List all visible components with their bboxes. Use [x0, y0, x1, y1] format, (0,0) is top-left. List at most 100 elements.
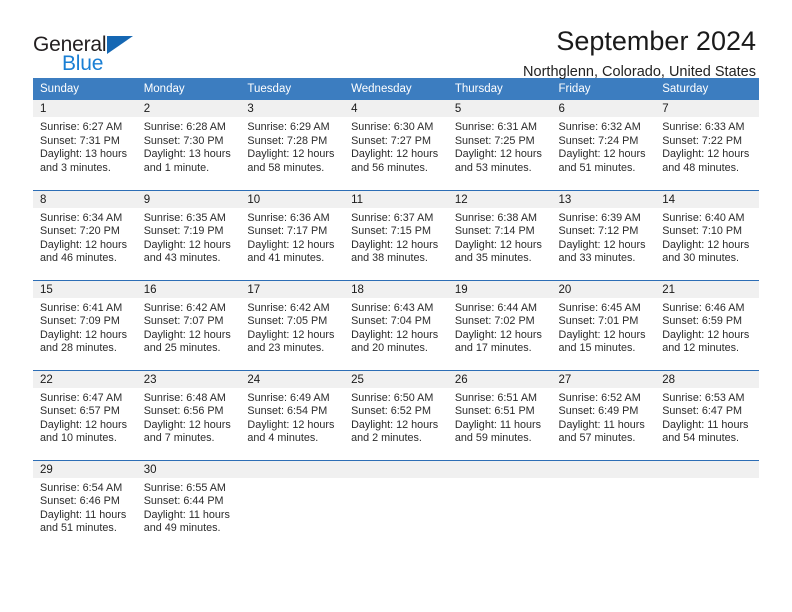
calendar-day-cell[interactable]: 22 Sunrise: 6:47 AM Sunset: 6:57 PM Dayligh…	[33, 370, 137, 461]
day-number: 20	[551, 280, 656, 298]
day-number: 14	[655, 190, 759, 208]
day-details: Sunrise: 6:27 AM Sunset: 7:31 PM Daylight:…	[33, 117, 137, 175]
day-details: Sunrise: 6:37 AM Sunset: 7:15 PM Daylight:…	[344, 208, 448, 266]
day-details: Sunrise: 6:31 AM Sunset: 7:25 PM Daylight:…	[448, 117, 552, 175]
day-details: Sunrise: 6:30 AM Sunset: 7:27 PM Daylight:…	[344, 117, 448, 175]
calendar-day-cell[interactable]: 1 Sunrise: 6:27 AM Sunset: 7:31 PM Daylight…	[33, 100, 137, 191]
sunset-text: Sunset: 7:04 PM	[351, 315, 431, 328]
calendar-day-cell[interactable]: 28 Sunrise: 6:53 AM Sunset: 6:47 PM Dayligh…	[655, 370, 759, 461]
daylight-text-line2: and 30 minutes.	[662, 252, 740, 265]
calendar-week-row: 29 Sunrise: 6:54 AM Sunset: 6:46 PM Dayligh…	[33, 460, 759, 550]
daylight-text-line2: and 17 minutes.	[454, 342, 532, 355]
daylight-text-line1: Daylight: 12 hours	[247, 238, 335, 251]
daylight-text-line2: and 51 minutes.	[558, 161, 636, 174]
calendar-day-cell[interactable]: 19 Sunrise: 6:44 AM Sunset: 7:02 PM Dayligh…	[447, 280, 552, 371]
day-number: 12	[447, 190, 552, 208]
calendar-day-cell[interactable]: 24 Sunrise: 6:49 AM Sunset: 6:54 PM Dayligh…	[240, 370, 345, 461]
calendar-day-cell[interactable]: 18 Sunrise: 6:43 AM Sunset: 7:04 PM Dayligh…	[344, 280, 448, 371]
sunset-text: Sunset: 7:31 PM	[40, 134, 120, 147]
day-number: 7	[655, 100, 759, 117]
daylight-text-line1: Daylight: 12 hours	[247, 328, 335, 341]
day-number: 23	[136, 370, 241, 388]
day-details: Sunrise: 6:33 AM Sunset: 7:22 PM Daylight:…	[655, 117, 759, 175]
sunrise-text: Sunrise: 6:36 AM	[247, 211, 330, 224]
calendar-day-cell-empty	[240, 460, 345, 550]
calendar-day-cell[interactable]: 16 Sunrise: 6:42 AM Sunset: 7:07 PM Dayligh…	[136, 280, 241, 371]
calendar-day-cell[interactable]: 2 Sunrise: 6:28 AM Sunset: 7:30 PM Daylight…	[136, 100, 241, 191]
calendar-day-cell[interactable]: 9 Sunrise: 6:35 AM Sunset: 7:19 PM Daylight…	[136, 190, 241, 281]
calendar-day-cell[interactable]: 3 Sunrise: 6:29 AM Sunset: 7:28 PM Daylight…	[240, 100, 345, 191]
daylight-text-line2: and 3 minutes.	[40, 161, 111, 174]
calendar-week-row: 8 Sunrise: 6:34 AM Sunset: 7:20 PM Daylight…	[33, 190, 759, 281]
day-details: Sunrise: 6:51 AM Sunset: 6:51 PM Daylight:…	[448, 388, 552, 446]
sunrise-text: Sunrise: 6:41 AM	[40, 301, 123, 314]
sunset-text: Sunset: 7:27 PM	[351, 134, 431, 147]
calendar-day-cell-empty	[344, 460, 448, 550]
day-details: Sunrise: 6:34 AM Sunset: 7:20 PM Daylight:…	[33, 208, 137, 266]
daylight-text-line2: and 23 minutes.	[247, 342, 325, 355]
weekday-header-thursday: Thursday	[447, 78, 552, 100]
calendar-day-cell[interactable]: 4 Sunrise: 6:30 AM Sunset: 7:27 PM Daylight…	[344, 100, 448, 191]
daylight-text-line2: and 15 minutes.	[558, 342, 636, 355]
day-details: Sunrise: 6:53 AM Sunset: 6:47 PM Daylight:…	[655, 388, 759, 446]
calendar-day-cell[interactable]: 12 Sunrise: 6:38 AM Sunset: 7:14 PM Dayligh…	[447, 190, 552, 281]
calendar-day-cell[interactable]: 17 Sunrise: 6:42 AM Sunset: 7:05 PM Dayligh…	[240, 280, 345, 371]
calendar-day-cell[interactable]: 27 Sunrise: 6:52 AM Sunset: 6:49 PM Dayligh…	[551, 370, 656, 461]
daylight-text-line1: Daylight: 12 hours	[662, 148, 750, 161]
daylight-text-line1: Daylight: 12 hours	[247, 418, 335, 431]
calendar-day-cell[interactable]: 15 Sunrise: 6:41 AM Sunset: 7:09 PM Dayligh…	[33, 280, 137, 371]
daylight-text-line1: Daylight: 12 hours	[662, 238, 750, 251]
calendar-day-cell[interactable]: 14 Sunrise: 6:40 AM Sunset: 7:10 PM Dayligh…	[655, 190, 759, 281]
day-details: Sunrise: 6:44 AM Sunset: 7:02 PM Daylight:…	[448, 298, 552, 356]
daylight-text-line2: and 10 minutes.	[40, 432, 117, 445]
daylight-text-line1: Daylight: 12 hours	[40, 238, 128, 251]
sunset-text: Sunset: 7:09 PM	[40, 315, 120, 328]
sunset-text: Sunset: 7:10 PM	[662, 225, 743, 238]
calendar-day-cell[interactable]: 29 Sunrise: 6:54 AM Sunset: 6:46 PM Dayligh…	[33, 460, 137, 550]
brand-name-blue: Blue	[62, 52, 104, 75]
daylight-text-line1: Daylight: 12 hours	[247, 148, 335, 161]
sunrise-text: Sunrise: 6:40 AM	[662, 211, 745, 224]
calendar-day-cell[interactable]: 26 Sunrise: 6:51 AM Sunset: 6:51 PM Dayligh…	[447, 370, 552, 461]
daylight-text-line1: Daylight: 12 hours	[143, 238, 231, 251]
sunset-text: Sunset: 7:19 PM	[143, 225, 224, 238]
calendar-day-cell[interactable]: 10 Sunrise: 6:36 AM Sunset: 7:17 PM Dayligh…	[240, 190, 345, 281]
weekday-header-friday: Friday	[551, 78, 656, 100]
sunset-text: Sunset: 6:51 PM	[454, 405, 535, 418]
sunset-text: Sunset: 7:12 PM	[558, 225, 639, 238]
sunrise-text: Sunrise: 6:32 AM	[558, 121, 641, 133]
calendar-day-cell[interactable]: 30 Sunrise: 6:55 AM Sunset: 6:44 PM Dayligh…	[136, 460, 241, 550]
daylight-text-line1: Daylight: 12 hours	[351, 238, 439, 251]
daylight-text-line2: and 54 minutes.	[662, 432, 740, 445]
calendar-day-cell[interactable]: 5 Sunrise: 6:31 AM Sunset: 7:25 PM Daylight…	[447, 100, 552, 191]
day-number: 30	[136, 460, 241, 478]
sunset-text: Sunset: 7:30 PM	[143, 134, 224, 147]
sunset-text: Sunset: 6:54 PM	[247, 405, 328, 418]
sunrise-text: Sunrise: 6:35 AM	[143, 211, 226, 224]
day-number: 28	[655, 370, 759, 388]
calendar-day-cell[interactable]: 8 Sunrise: 6:34 AM Sunset: 7:20 PM Daylight…	[33, 190, 137, 281]
day-number: 15	[33, 280, 137, 298]
day-number: 27	[551, 370, 656, 388]
day-number: 21	[655, 280, 759, 298]
calendar-day-cell[interactable]: 6 Sunrise: 6:32 AM Sunset: 7:24 PM Daylight…	[551, 100, 656, 191]
calendar-table: Sunday Monday Tuesday Wednesday Thursday…	[33, 78, 759, 550]
daylight-text-line1: Daylight: 12 hours	[351, 418, 439, 431]
calendar-day-cell[interactable]: 23 Sunrise: 6:48 AM Sunset: 6:56 PM Dayligh…	[136, 370, 241, 461]
sunset-text: Sunset: 6:47 PM	[662, 405, 743, 418]
day-details: Sunrise: 6:43 AM Sunset: 7:04 PM Daylight:…	[344, 298, 448, 356]
day-details: Sunrise: 6:42 AM Sunset: 7:07 PM Daylight:…	[137, 298, 241, 356]
day-number: 8	[33, 190, 137, 208]
calendar-day-cell[interactable]: 20 Sunrise: 6:45 AM Sunset: 7:01 PM Dayligh…	[551, 280, 656, 371]
calendar-day-cell[interactable]: 7 Sunrise: 6:33 AM Sunset: 7:22 PM Daylight…	[655, 100, 759, 191]
brand-logo[interactable]: General Blue	[33, 26, 153, 76]
sunrise-text: Sunrise: 6:48 AM	[143, 391, 226, 404]
calendar-day-cell[interactable]: 11 Sunrise: 6:37 AM Sunset: 7:15 PM Dayligh…	[344, 190, 448, 281]
sunset-text: Sunset: 7:07 PM	[143, 315, 224, 328]
day-details: Sunrise: 6:50 AM Sunset: 6:52 PM Daylight:…	[344, 388, 448, 446]
calendar-day-cell[interactable]: 25 Sunrise: 6:50 AM Sunset: 6:52 PM Dayligh…	[344, 370, 448, 461]
calendar-day-cell[interactable]: 21 Sunrise: 6:46 AM Sunset: 6:59 PM Dayligh…	[655, 280, 759, 371]
calendar-day-cell[interactable]: 13 Sunrise: 6:39 AM Sunset: 7:12 PM Dayligh…	[551, 190, 656, 281]
sunset-text: Sunset: 6:46 PM	[40, 495, 120, 508]
day-details: Sunrise: 6:38 AM Sunset: 7:14 PM Daylight:…	[448, 208, 552, 266]
